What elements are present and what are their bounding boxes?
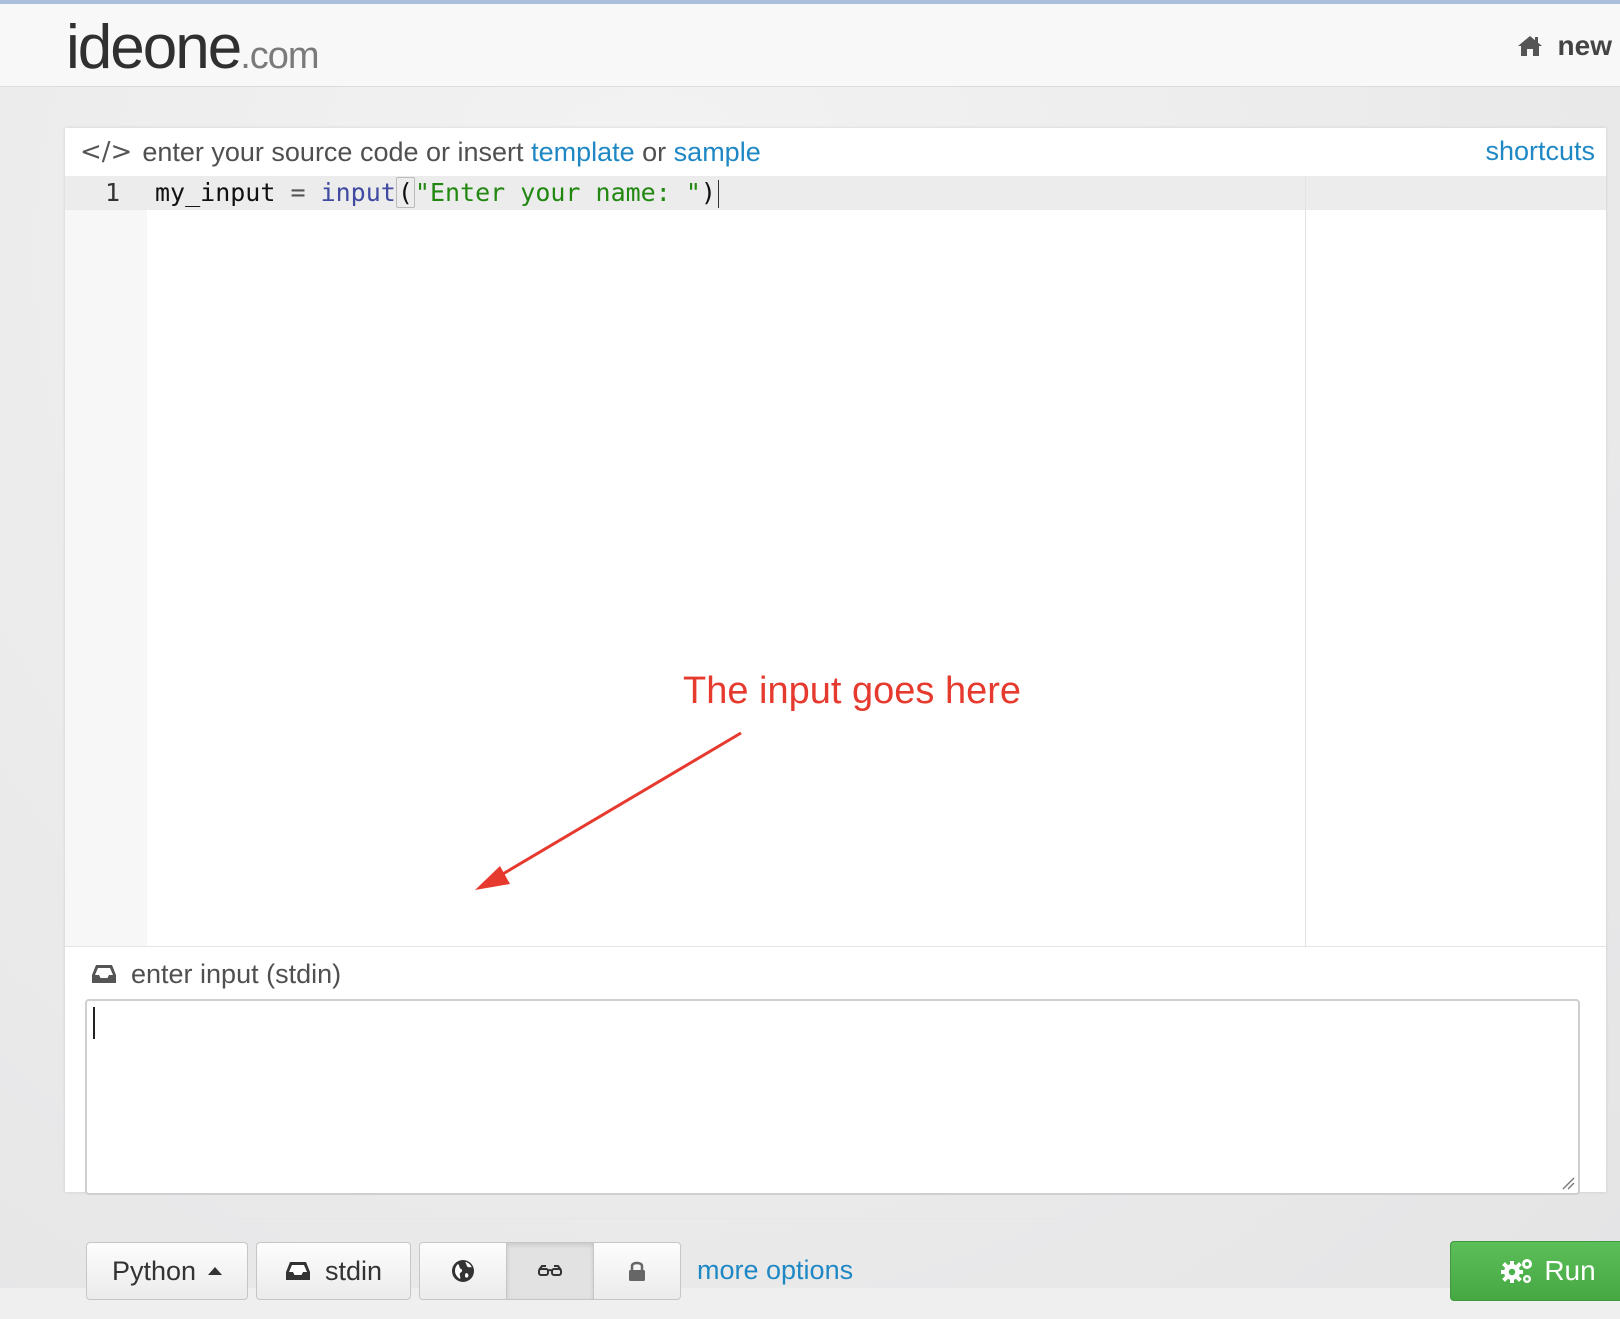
code-operator: =: [275, 178, 321, 207]
editor-caret: [717, 180, 719, 208]
caret-up-icon: [208, 1267, 223, 1275]
stdin-label: enter input (stdin): [131, 958, 342, 989]
annotation-text: The input goes here: [683, 670, 1022, 712]
code-open-paren: (: [395, 177, 415, 208]
stdin-input[interactable]: [85, 999, 1580, 1195]
inbox-icon: [92, 965, 116, 983]
globe-icon: [452, 1260, 474, 1282]
bottom-toolbar: Python stdin more options Run: [65, 1218, 1620, 1319]
stdin-section: enter input (stdin): [65, 946, 1606, 1217]
inbox-icon: [285, 1262, 310, 1280]
logo-suffix-text: .com: [240, 35, 319, 77]
new-code-label: new: [1557, 30, 1612, 61]
source-prompt-text: enter your source code or insert: [142, 136, 524, 167]
template-link[interactable]: template: [531, 137, 635, 168]
lock-icon: [629, 1261, 645, 1281]
stdin-caret: [93, 1007, 95, 1039]
stdin-label-row: enter input (stdin): [91, 957, 341, 991]
code-string: "Enter your name: ": [414, 178, 701, 207]
gears-icon: [1501, 1259, 1533, 1283]
secret-visibility-button[interactable]: [507, 1243, 594, 1299]
code-close-paren: ): [700, 178, 716, 207]
code-variable: my_input: [155, 178, 276, 207]
shortcuts-link[interactable]: shortcuts: [1485, 136, 1595, 167]
or-text: or: [642, 136, 667, 167]
main-panel: </> enter your source code or insert tem…: [65, 128, 1620, 1301]
private-visibility-button[interactable]: [594, 1243, 680, 1299]
site-header: ideone .com new: [0, 4, 1620, 87]
code-editor[interactable]: 1 my_input = input("Enter your name: "): [65, 176, 1606, 946]
code-line[interactable]: my_input = input("Enter your name: "): [155, 176, 719, 210]
glasses-icon: [538, 1265, 562, 1276]
stdin-button-label: stdin: [324, 1255, 383, 1286]
new-code-link[interactable]: new: [1516, 26, 1620, 66]
resize-grip-icon[interactable]: [1561, 1176, 1575, 1190]
language-select-button[interactable]: Python: [86, 1242, 248, 1300]
run-button-label: Run: [1544, 1255, 1596, 1286]
more-options-link[interactable]: more options: [697, 1255, 853, 1286]
run-button[interactable]: Run: [1450, 1241, 1620, 1301]
stdin-toggle-button[interactable]: stdin: [256, 1242, 411, 1300]
language-label: Python: [111, 1255, 197, 1286]
editor-gutter: [65, 176, 147, 946]
print-margin: [1305, 176, 1306, 946]
home-icon: [1517, 36, 1542, 56]
visibility-button-group: [419, 1242, 681, 1300]
public-visibility-button[interactable]: [420, 1243, 507, 1299]
code-icon: </>: [80, 137, 133, 167]
source-header: </> enter your source code or insert tem…: [65, 128, 1606, 176]
logo-main-text: ideone: [66, 13, 242, 82]
ideone-logo[interactable]: ideone .com: [66, 12, 320, 82]
line-number: 1: [104, 178, 120, 207]
sample-link[interactable]: sample: [674, 137, 761, 168]
code-function: input: [320, 178, 396, 207]
